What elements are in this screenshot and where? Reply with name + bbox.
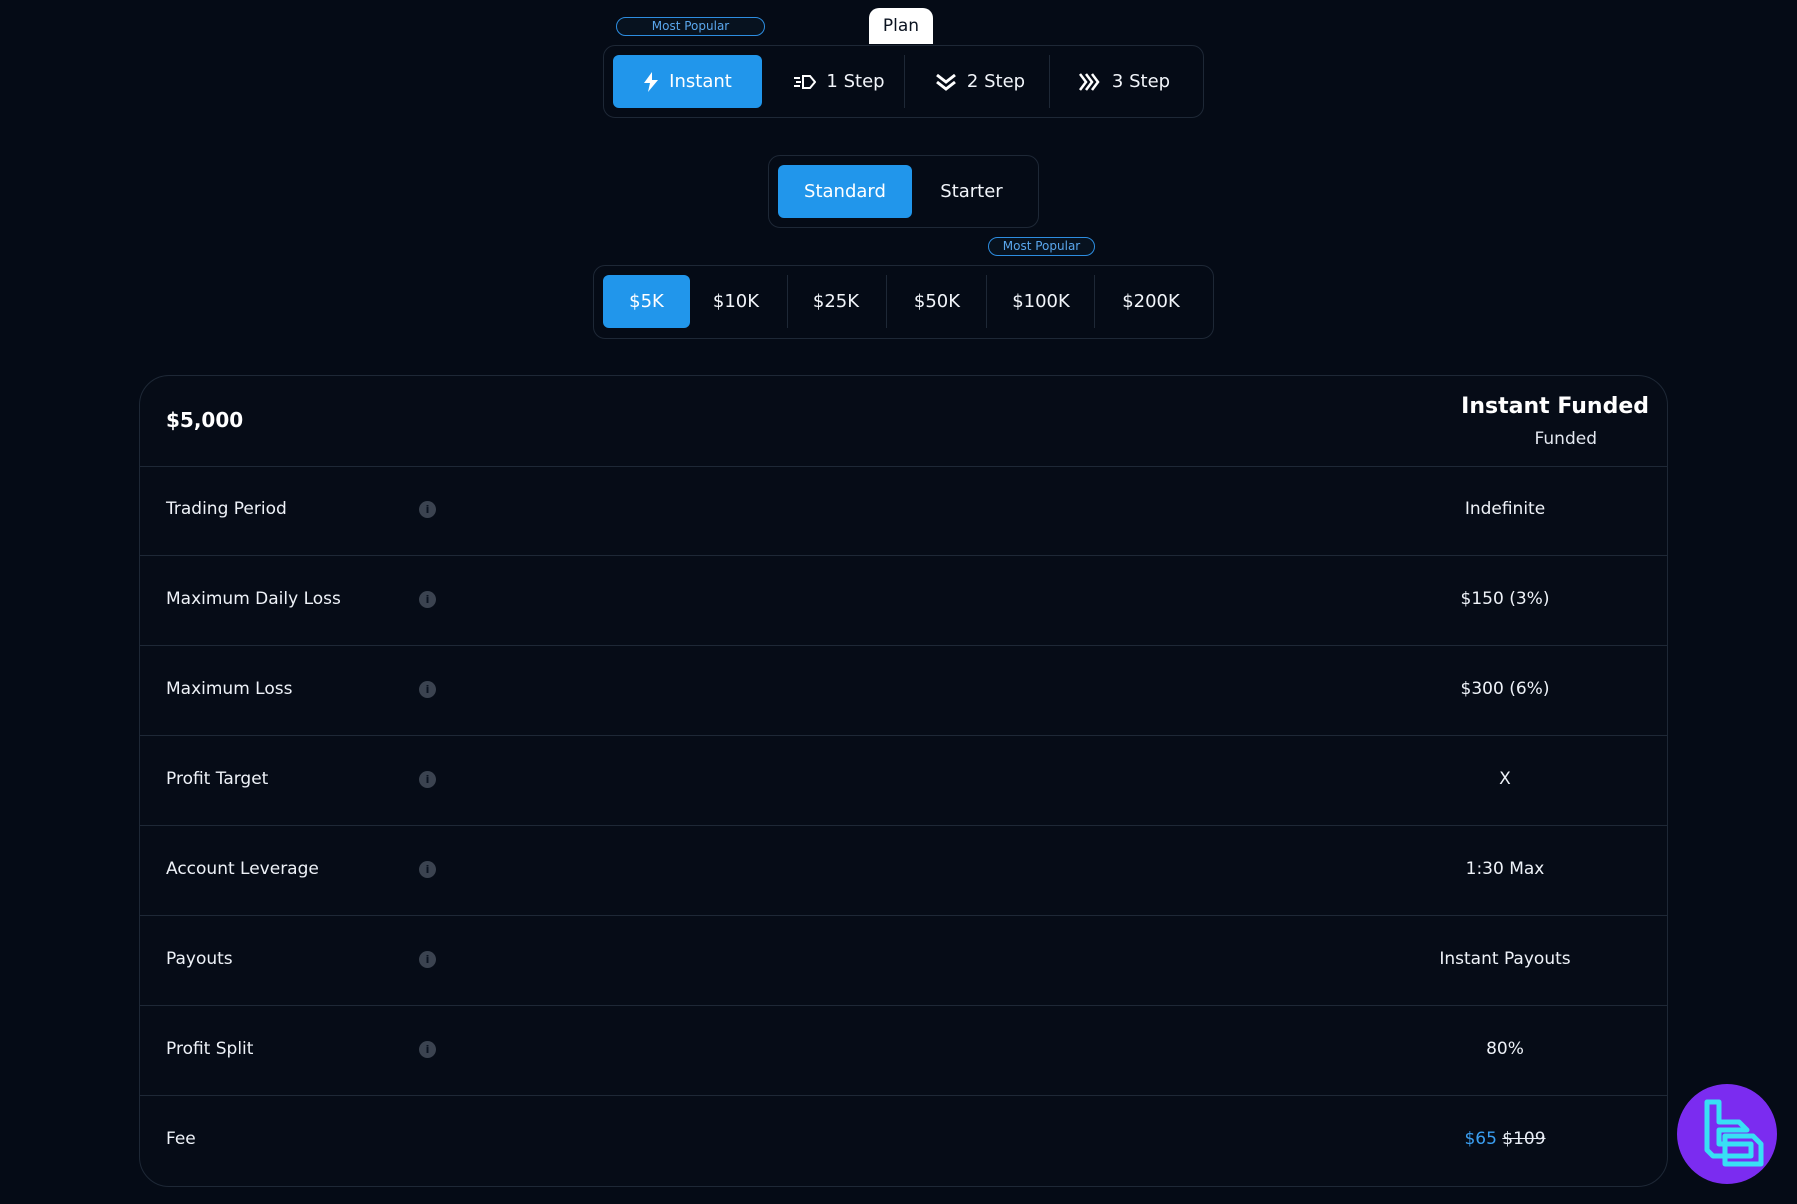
row-value: $300 (6%) xyxy=(1460,679,1550,699)
table-row-fee: Fee $65 $109 xyxy=(140,1096,1667,1186)
tab-100k[interactable]: $100K xyxy=(989,275,1093,328)
tab-standard[interactable]: Standard xyxy=(778,165,912,218)
row-label: Trading Period xyxy=(166,499,287,519)
tab-50k[interactable]: $50K xyxy=(889,275,985,328)
tab-divider xyxy=(886,275,887,328)
row-label: Account Leverage xyxy=(166,859,319,879)
info-icon[interactable]: i xyxy=(419,501,436,518)
tab-5k[interactable]: $5K xyxy=(603,275,690,328)
tab-divider xyxy=(986,275,987,328)
most-popular-badge-plan: Most Popular xyxy=(616,17,765,36)
tab-200k[interactable]: $200K xyxy=(1097,275,1205,328)
tab-3-step-label: 3 Step xyxy=(1111,71,1171,92)
table-row-maximum-daily-loss: Maximum Daily Loss i $150 (3%) xyxy=(140,556,1667,646)
fee-price: $65 xyxy=(1464,1129,1497,1149)
table-row-maximum-loss: Maximum Loss i $300 (6%) xyxy=(140,646,1667,736)
card-header: $5,000 Instant Funded Funded xyxy=(140,376,1667,467)
row-value: Indefinite xyxy=(1464,499,1546,519)
account-size-tab-group: $5K $10K $25K $50K $100K $200K xyxy=(593,265,1214,339)
account-type-tab-group: Standard Starter xyxy=(768,155,1039,228)
tab-instant-label: Instant xyxy=(669,71,732,92)
info-icon[interactable]: i xyxy=(419,771,436,788)
info-icon[interactable]: i xyxy=(419,951,436,968)
table-row-profit-target: Profit Target i X xyxy=(140,736,1667,826)
row-label: Fee xyxy=(166,1129,196,1149)
tab-1-step[interactable]: 1 Step xyxy=(772,55,907,108)
table-row-profit-split: Profit Split i 80% xyxy=(140,1006,1667,1096)
row-label: Maximum Daily Loss xyxy=(166,589,341,609)
fee-original-price: $109 xyxy=(1502,1129,1546,1149)
tab-starter[interactable]: Starter xyxy=(914,165,1029,218)
lightning-icon xyxy=(644,71,659,92)
tab-divider xyxy=(904,55,905,108)
tab-divider xyxy=(1094,275,1095,328)
tab-instant[interactable]: Instant xyxy=(613,55,762,108)
table-row-trading-period: Trading Period i Indefinite xyxy=(140,466,1667,556)
fast-forward-dash-icon xyxy=(794,74,817,89)
plan-header-label: Plan xyxy=(869,8,933,44)
most-popular-badge-size: Most Popular xyxy=(988,237,1095,256)
tab-25k[interactable]: $25K xyxy=(790,275,882,328)
row-value: 80% xyxy=(1486,1039,1524,1059)
fee-value: $65 $109 xyxy=(1385,1129,1625,1149)
row-value: 1:30 Max xyxy=(1465,859,1545,879)
info-icon[interactable]: i xyxy=(419,591,436,608)
row-value: X xyxy=(1499,769,1511,789)
row-label: Profit Split xyxy=(166,1039,254,1059)
info-icon[interactable]: i xyxy=(419,1041,436,1058)
tab-10k[interactable]: $10K xyxy=(692,275,780,328)
tab-divider xyxy=(1049,55,1050,108)
row-label: Maximum Loss xyxy=(166,679,293,699)
plan-tab-group: Instant 1 Step 2 Step 3 Step xyxy=(603,45,1204,118)
double-chevron-down-icon xyxy=(935,73,956,91)
row-value: $150 (3%) xyxy=(1460,589,1550,609)
account-amount: $5,000 xyxy=(166,408,244,432)
plan-details-card: $5,000 Instant Funded Funded Trading Per… xyxy=(139,375,1668,1187)
plan-title: Instant Funded xyxy=(1461,394,1649,419)
tab-2-step[interactable]: 2 Step xyxy=(911,55,1049,108)
brand-logo-icon xyxy=(1677,1084,1777,1184)
table-row-account-leverage: Account Leverage i 1:30 Max xyxy=(140,826,1667,916)
row-label: Profit Target xyxy=(166,769,269,789)
row-value: Instant Payouts xyxy=(1439,949,1571,969)
triple-chevron-right-icon xyxy=(1078,72,1100,91)
tab-1-step-label: 1 Step xyxy=(826,71,885,92)
info-icon[interactable]: i xyxy=(419,681,436,698)
table-row-payouts: Payouts i Instant Payouts xyxy=(140,916,1667,1006)
row-label: Payouts xyxy=(166,949,233,969)
info-icon[interactable]: i xyxy=(419,861,436,878)
plan-subtitle: Funded xyxy=(1534,429,1597,449)
tab-2-step-label: 2 Step xyxy=(966,71,1026,92)
tab-divider xyxy=(787,275,788,328)
tab-3-step[interactable]: 3 Step xyxy=(1054,55,1194,108)
